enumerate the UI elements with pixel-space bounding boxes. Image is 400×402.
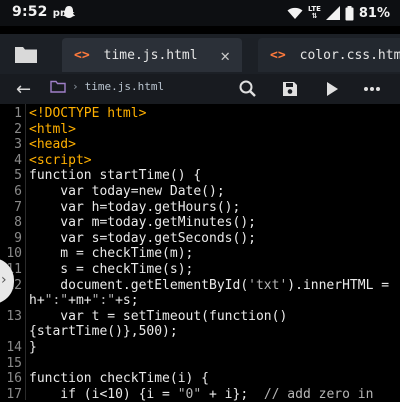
close-icon[interactable]: ✕ [220, 46, 230, 65]
line-number: 5 [14, 168, 22, 184]
code-text: <!DOCTYPE html> [29, 106, 147, 121]
code-line[interactable]: 4 <script> [0, 153, 400, 169]
code-text: <html> [29, 121, 76, 137]
tab-color-css-html[interactable]: <> color.css.html [258, 38, 400, 72]
line-number: 14 [6, 340, 22, 355]
code-file-icon: <> [270, 47, 286, 63]
code-text: function checkTime(i) { [29, 371, 210, 387]
search-icon[interactable] [238, 79, 258, 99]
code-line[interactable]: 9 var s=today.getSeconds(); [0, 231, 400, 247]
code-line[interactable]: 3 <head> [0, 137, 400, 153]
line-number: 16 [6, 371, 22, 387]
code-text: <script> [29, 152, 92, 168]
line-number: 8 [14, 215, 22, 231]
code-line[interactable]: 12 document.getElementById('txt').innerH… [0, 278, 400, 294]
code-line[interactable]: 8 var m=today.getMinutes(); [0, 215, 400, 231]
network-type-label: LTE ⇅ [308, 5, 321, 20]
code-line[interactable]: 10 m = checkTime(m); [0, 246, 400, 262]
breadcrumb-file: time.js.html [84, 80, 165, 93]
back-arrow-icon[interactable]: ← [16, 79, 31, 100]
code-line[interactable]: 1 <!DOCTYPE html> [0, 106, 400, 122]
code-text: var t = setTimeout(function() [29, 308, 288, 324]
code-file-icon: <> [74, 47, 90, 63]
code-line[interactable]: 16 function checkTime(i) { [0, 371, 400, 387]
signal-icon [325, 6, 340, 20]
code-line[interactable]: h+":"+m+":"+s; [0, 293, 400, 309]
chevron-right-icon: › [72, 80, 79, 93]
code-text: var m=today.getMinutes(); [29, 215, 256, 231]
line-number: 10 [6, 246, 22, 262]
snapchat-notification-icon [62, 6, 76, 18]
line-number: 4 [14, 152, 22, 168]
folder-icon[interactable] [14, 44, 38, 64]
code-line[interactable]: {startTime()},500); [0, 324, 400, 340]
code-line[interactable]: 2 <html> [0, 122, 400, 138]
breadcrumb[interactable]: › time.js.html [50, 80, 164, 93]
line-number: 2 [14, 121, 22, 137]
status-bar: 9:52 pm LTE ⇅ 81% [0, 0, 400, 26]
line-number: 13 [6, 308, 22, 324]
line-number: 1 [14, 106, 22, 121]
battery-percent: 81% [358, 5, 390, 21]
code-text: document.getElementById('txt').innerHTML… [29, 277, 390, 293]
code-text: var s=today.getSeconds(); [29, 230, 256, 246]
code-line[interactable]: 5 function startTime() { [0, 168, 400, 184]
code-text: s = checkTime(s); [29, 262, 194, 277]
wifi-icon [287, 7, 303, 19]
code-line[interactable]: 6 var today=new Date(); [0, 184, 400, 200]
line-number: 15 [6, 355, 22, 371]
code-line[interactable]: 13 var t = setTimeout(function() [0, 309, 400, 325]
chevron-right-icon: › [1, 272, 7, 288]
line-number: 9 [14, 230, 22, 246]
code-text: var today=new Date(); [29, 184, 225, 199]
line-number: 6 [14, 184, 22, 199]
code-text: var h=today.getHours(); [29, 199, 241, 215]
run-play-icon[interactable] [322, 79, 342, 99]
folder-outline-icon [50, 80, 66, 93]
save-icon[interactable] [280, 79, 300, 99]
more-options-icon[interactable] [362, 79, 382, 99]
code-text: } [29, 340, 37, 355]
line-number: 7 [14, 199, 22, 215]
code-text: m = checkTime(m); [29, 246, 194, 262]
tab-time-js-html[interactable]: <> time.js.html ✕ [62, 38, 242, 72]
code-text: <head> [29, 137, 76, 153]
tab-label: color.css.html [299, 47, 400, 63]
code-line[interactable]: 14} [0, 340, 400, 356]
code-text: h+":"+m+":"+s; [29, 293, 139, 309]
code-text: function startTime() { [29, 168, 202, 184]
battery-icon [345, 5, 354, 20]
editor-toolbar: ← › time.js.html [0, 74, 400, 104]
code-line[interactable]: 7 var h=today.getHours(); [0, 200, 400, 216]
code-line[interactable]: 11 s = checkTime(s); [0, 262, 400, 278]
code-line[interactable]: 15 [0, 356, 400, 372]
line-number: 3 [14, 137, 22, 153]
code-editor[interactable]: 1 <!DOCTYPE html> 2 <html> 3 <head> 4 <script> 5… [0, 104, 400, 402]
tab-label: time.js.html [103, 47, 198, 63]
tab-bar: <> time.js.html ✕ <> color.css.html [0, 34, 400, 74]
code-text: {startTime()},500); [29, 324, 178, 340]
